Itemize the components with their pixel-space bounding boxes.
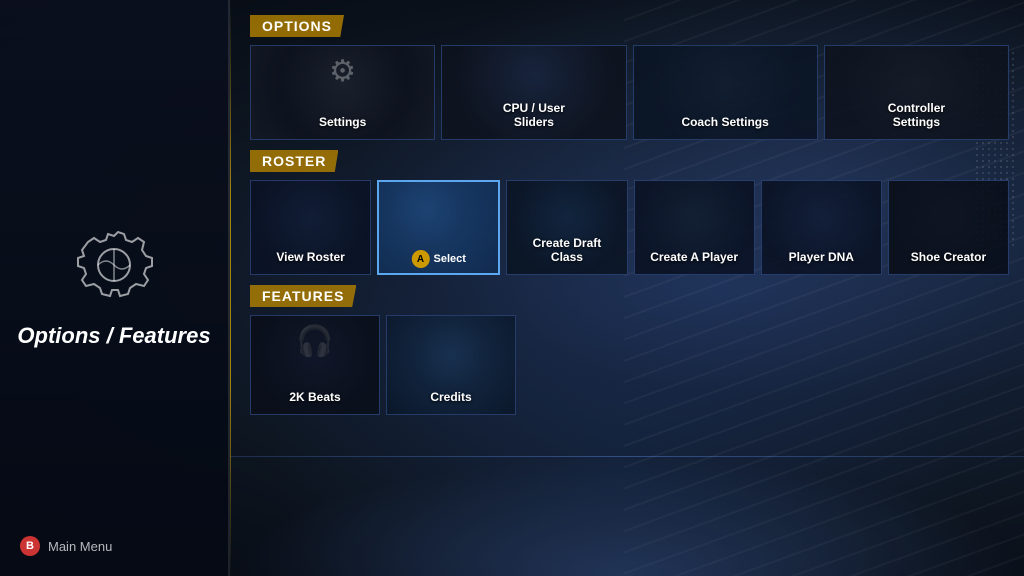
options-grid: ⚙ Settings CPU / UserSliders Coach Setti… bbox=[250, 45, 1009, 140]
roster-header: ROSTER bbox=[250, 150, 338, 172]
create-roster-tile[interactable]: A Select bbox=[377, 180, 500, 275]
create-draft-class-tile[interactable]: Create DraftClass bbox=[506, 180, 627, 275]
roster-grid: View Roster A Select Create DraftClass C… bbox=[250, 180, 1009, 275]
main-content: OPTIONS ⚙ Settings CPU / UserSliders Coa… bbox=[230, 0, 1024, 576]
settings-icon: ⚙ bbox=[329, 54, 356, 89]
b-button[interactable]: B bbox=[20, 536, 40, 556]
player-dna-tile[interactable]: Player DNA bbox=[761, 180, 882, 275]
features-header: FEATURES bbox=[250, 285, 356, 307]
features-section: FEATURES 🎧 2K Beats Credits bbox=[250, 285, 1009, 415]
dna-label: Player DNA bbox=[789, 250, 854, 264]
draft-label: Create DraftClass bbox=[533, 236, 602, 264]
cpu-label: CPU / UserSliders bbox=[503, 101, 565, 129]
credits-tile[interactable]: Credits bbox=[386, 315, 516, 415]
page-title: Options / Features bbox=[17, 323, 210, 349]
roster-section: ROSTER View Roster A Select Create Draft… bbox=[250, 150, 1009, 275]
sidebar-icon-container bbox=[74, 228, 154, 308]
controller-settings-tile[interactable]: ControllerSettings bbox=[824, 45, 1009, 140]
shoe-creator-tile[interactable]: Shoe Creator bbox=[888, 180, 1009, 275]
settings-label: Settings bbox=[319, 115, 366, 129]
2k-beats-tile[interactable]: 🎧 2K Beats bbox=[250, 315, 380, 415]
options-section: OPTIONS ⚙ Settings CPU / UserSliders Coa… bbox=[250, 15, 1009, 140]
sidebar-bottom-nav: B Main Menu bbox=[20, 536, 112, 556]
gear-icon bbox=[74, 228, 154, 308]
credits-label: Credits bbox=[430, 390, 471, 404]
coach-settings-tile[interactable]: Coach Settings bbox=[633, 45, 818, 140]
select-text: Select bbox=[434, 253, 466, 265]
a-button: A bbox=[412, 250, 430, 268]
sidebar: Options / Features B Main Menu bbox=[0, 0, 230, 576]
features-grid: 🎧 2K Beats Credits bbox=[250, 315, 1009, 415]
view-roster-tile[interactable]: View Roster bbox=[250, 180, 371, 275]
shoe-label: Shoe Creator bbox=[911, 250, 986, 264]
select-hint: A Select bbox=[412, 250, 466, 268]
main-menu-label: Main Menu bbox=[48, 539, 112, 554]
cpu-sliders-tile[interactable]: CPU / UserSliders bbox=[441, 45, 626, 140]
controller-label: ControllerSettings bbox=[888, 101, 945, 129]
player-label: Create A Player bbox=[650, 250, 738, 264]
options-header: OPTIONS bbox=[250, 15, 344, 37]
view-roster-label: View Roster bbox=[276, 250, 344, 264]
coach-label: Coach Settings bbox=[681, 115, 768, 129]
beats-icon: 🎧 bbox=[296, 324, 333, 359]
settings-tile[interactable]: ⚙ Settings bbox=[250, 45, 435, 140]
create-a-player-tile[interactable]: Create A Player bbox=[634, 180, 755, 275]
beats-label: 2K Beats bbox=[289, 390, 340, 404]
